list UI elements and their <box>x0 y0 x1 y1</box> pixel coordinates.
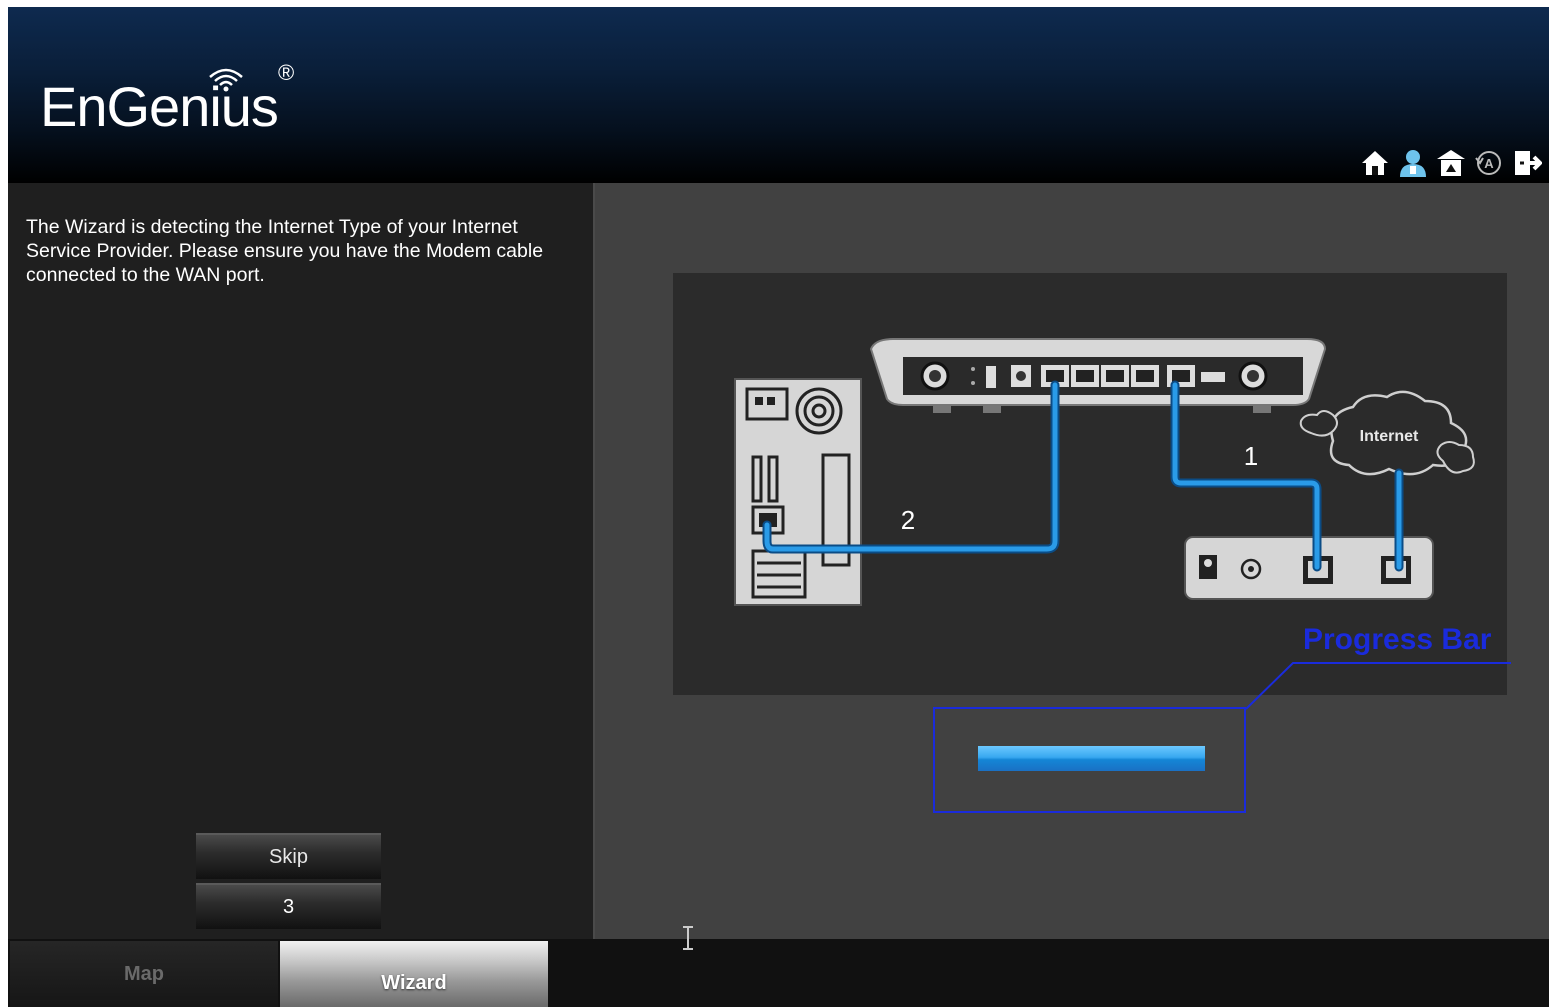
progress-bar-fill <box>978 746 1205 771</box>
header-toolbar: A <box>1359 147 1543 179</box>
wizard-content: Internet 1 2 Progress Bar <box>595 183 1549 939</box>
progress-annotation-frame <box>933 707 1246 813</box>
user-icon[interactable] <box>1397 147 1429 179</box>
brand-logo: EnGenius® <box>40 62 294 135</box>
text-cursor-icon <box>683 926 693 950</box>
tab-wizard[interactable]: Wizard <box>280 941 548 1007</box>
wifi-icon <box>209 68 243 92</box>
cable-1-label: 1 <box>1244 441 1258 471</box>
internet-cloud: Internet <box>1299 390 1475 476</box>
wizard-message: The Wizard is detecting the Internet Typ… <box>26 216 544 286</box>
progress-bar <box>978 746 1205 771</box>
header: EnGenius® A <box>8 7 1549 183</box>
countdown-timer: 3 <box>196 883 381 929</box>
registered-mark: ® <box>277 60 294 86</box>
gateway-icon[interactable] <box>1435 147 1467 179</box>
router-illustration <box>869 338 1327 413</box>
internet-label: Internet <box>1360 428 1419 445</box>
svg-text:A: A <box>1484 156 1494 171</box>
auto-icon[interactable]: A <box>1473 147 1505 179</box>
progress-bar-annotation: Progress Bar <box>1303 623 1492 656</box>
app-window: EnGenius® A The Wizard is detecting the … <box>8 7 1549 1007</box>
tab-map[interactable]: Map <box>10 941 278 1007</box>
computer-illustration <box>734 378 862 606</box>
logout-icon[interactable] <box>1511 147 1543 179</box>
cable-2-label: 2 <box>901 505 915 535</box>
bottom-tab-bar: Map Wizard <box>8 939 1549 1007</box>
skip-button[interactable]: Skip <box>196 833 381 879</box>
wizard-sidebar: The Wizard is detecting the Internet Typ… <box>8 183 593 939</box>
home-icon[interactable] <box>1359 147 1391 179</box>
